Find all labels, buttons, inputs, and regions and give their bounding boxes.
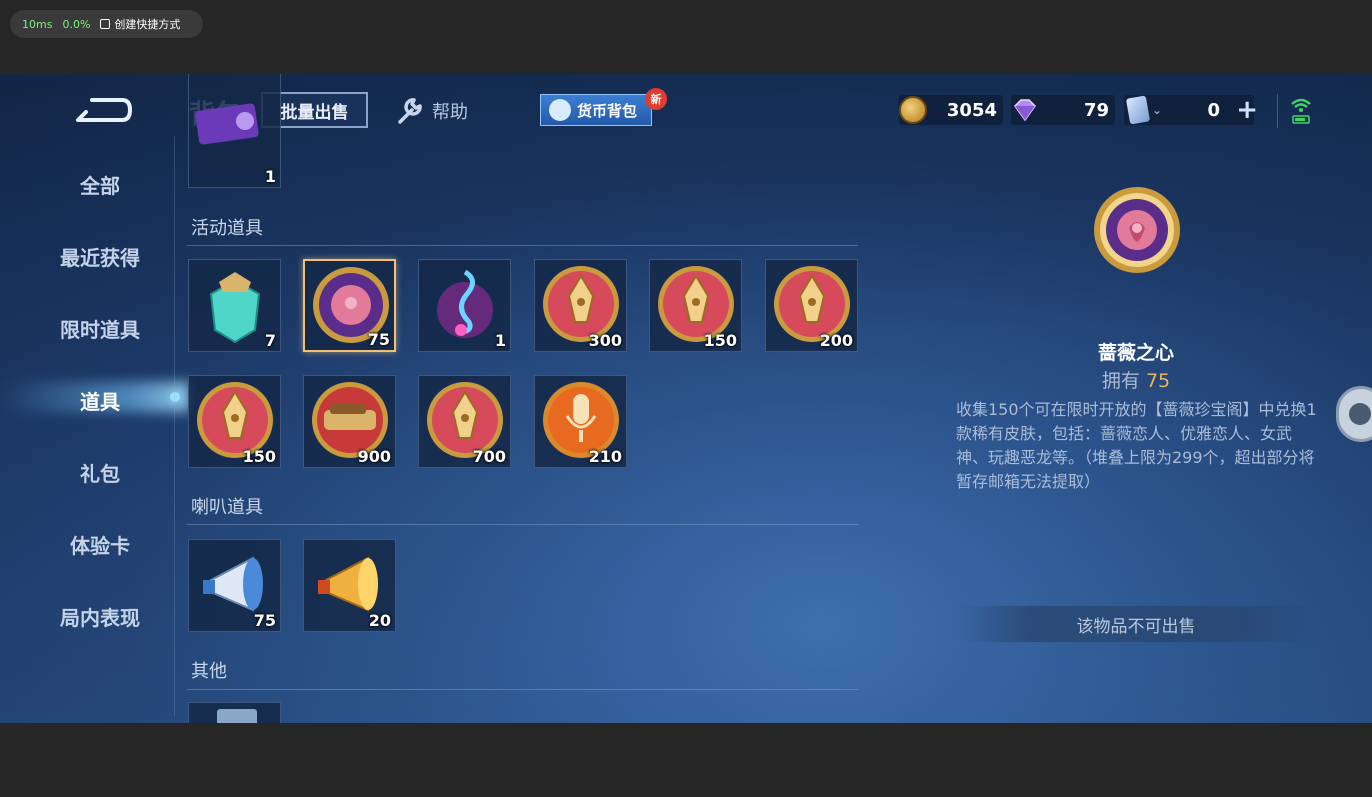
- nav-item-in-game[interactable]: 局内表现: [0, 602, 200, 631]
- item-count: 150: [242, 447, 276, 466]
- header-divider: [1277, 94, 1278, 128]
- gold-value: 3054: [946, 99, 997, 121]
- perf-overlay: 10ms 0.0% 创建快捷方式: [10, 10, 203, 38]
- activity-item-slot[interactable]: 7: [188, 259, 281, 352]
- section-title-activity: 活动道具: [191, 218, 263, 239]
- nav-item-items[interactable]: 道具: [0, 386, 200, 415]
- shortcut-icon: [100, 19, 111, 29]
- nav-item-recent[interactable]: 最近获得: [0, 242, 200, 271]
- item-count: 7: [264, 331, 276, 350]
- wrench-icon: [398, 98, 422, 124]
- section-title-other: 其他: [191, 661, 227, 682]
- activity-item-slot[interactable]: 210: [534, 375, 627, 468]
- side-drawer-handle[interactable]: [1336, 386, 1372, 442]
- card-item-icon: [217, 709, 257, 723]
- owned-count: 75: [1145, 370, 1171, 392]
- item-count: 1: [264, 167, 276, 186]
- item-count: 200: [819, 331, 853, 350]
- section-divider: [187, 245, 858, 246]
- nav-item-all[interactable]: 全部: [0, 170, 200, 199]
- activity-item-slot[interactable]: 200: [765, 259, 858, 352]
- item-count: 75: [367, 330, 390, 349]
- diamond-icon: [1014, 99, 1036, 122]
- currency-bag-button[interactable]: 货币背包: [540, 94, 652, 126]
- item-count: 75: [253, 611, 276, 630]
- item-description: 收集150个可在限时开放的【蔷薇珍宝阁】中兑换1款稀有皮肤，包括：蔷薇恋人、优雅…: [956, 400, 1317, 491]
- diamond-counter: 79: [1011, 95, 1115, 125]
- activity-item-slot[interactable]: 900: [303, 375, 396, 468]
- item-name: 蔷薇之心: [1097, 342, 1174, 364]
- sell-status: 该物品不可出售: [958, 606, 1314, 642]
- rose-heart-coin-icon: [1094, 187, 1180, 273]
- money-bag-icon: [549, 99, 571, 121]
- activity-item-slot[interactable]: 1: [418, 259, 511, 352]
- currency-bag-label: 货币背包: [577, 101, 638, 120]
- activity-item-slot[interactable]: 150: [188, 375, 281, 468]
- card-counter[interactable]: ⌄ 0 +: [1124, 95, 1258, 125]
- item-count: 210: [588, 447, 622, 466]
- help-button[interactable]: 帮助: [392, 94, 468, 128]
- chevron-down-icon: ⌄: [1152, 103, 1163, 117]
- latency-readout: 10ms: [22, 17, 53, 31]
- speaker-item-slot[interactable]: 75: [188, 539, 281, 632]
- activity-item-slot[interactable]: 300: [534, 259, 627, 352]
- activity-item-slot[interactable]: 700: [418, 375, 511, 468]
- section-divider: [187, 524, 858, 525]
- new-badge: 新: [645, 88, 667, 110]
- speaker-item-slot[interactable]: 20: [303, 539, 396, 632]
- item-count: 300: [588, 331, 622, 350]
- add-icon[interactable]: +: [1236, 95, 1258, 125]
- gold-coin-icon: [899, 96, 927, 124]
- section-title-speaker: 喇叭道具: [191, 497, 263, 518]
- item-slot-other[interactable]: [188, 702, 281, 723]
- nav-item-gift-pack[interactable]: 礼包: [0, 458, 200, 487]
- owned-label: 拥有: [1101, 370, 1140, 392]
- item-count: 150: [703, 331, 737, 350]
- item-count: 900: [357, 447, 391, 466]
- nav-item-limited[interactable]: 限时道具: [0, 314, 200, 343]
- create-shortcut-button[interactable]: 创建快捷方式: [100, 16, 180, 32]
- card-value: 0: [1207, 99, 1220, 121]
- section-divider: [187, 689, 858, 690]
- item-count: 700: [472, 447, 506, 466]
- nav-item-trial-card[interactable]: 体验卡: [0, 530, 200, 559]
- gold-counter: 3054: [899, 95, 1003, 125]
- item-count: 20: [368, 611, 391, 630]
- back-arrow-icon[interactable]: [70, 92, 134, 128]
- item-slot-ticket[interactable]: 1: [188, 74, 281, 188]
- diamond-value: 79: [1083, 99, 1109, 121]
- help-label: 帮助: [432, 102, 468, 123]
- activity-item-slot[interactable]: 150: [649, 259, 742, 352]
- item-count: 1: [494, 331, 506, 350]
- wifi-signal-icon: [1291, 98, 1311, 124]
- activity-item-slot[interactable]: 75: [303, 259, 396, 352]
- item-owned: 拥有 75: [1040, 366, 1232, 393]
- shortcut-label: 创建快捷方式: [114, 18, 181, 31]
- percent-readout: 0.0%: [62, 17, 91, 31]
- game-viewport: 背包 批量出售 帮助 货币背包 新 3054 79 ⌄ 0 +: [0, 74, 1372, 723]
- card-icon: [1125, 95, 1151, 125]
